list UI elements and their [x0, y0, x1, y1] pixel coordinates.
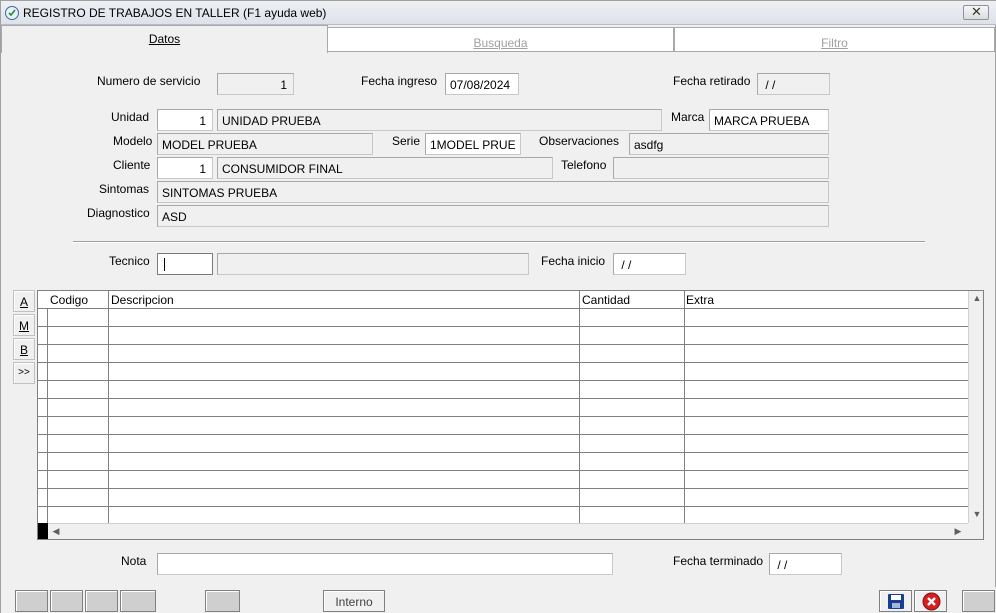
main-window: REGISTRO DE TRABAJOS EN TALLER (F1 ayuda… [0, 0, 996, 613]
col-divider [108, 291, 109, 523]
marca-field[interactable]: MARCA PRUEBA [709, 109, 829, 131]
add-item-button[interactable]: A [13, 290, 35, 312]
modelo-field[interactable]: MODEL PRUEBA [157, 133, 373, 155]
modify-item-button[interactable]: M [13, 314, 35, 336]
table-row[interactable] [38, 435, 968, 453]
observaciones-field[interactable]: asdfg [629, 133, 829, 155]
tab-busqueda[interactable]: Busqueda [327, 27, 674, 52]
cliente-code-field[interactable]: 1 [157, 157, 213, 179]
sintomas-field[interactable]: SINTOMAS PRUEBA [157, 181, 829, 203]
scroll-right-icon[interactable]: ▶ [952, 526, 964, 537]
col-header-codigo[interactable]: Codigo [50, 293, 88, 307]
tab-datos[interactable]: Datos [1, 25, 328, 53]
window-title: REGISTRO DE TRABAJOS EN TALLER (F1 ayuda… [23, 6, 327, 20]
sintomas-label: Sintomas [99, 182, 150, 196]
fecha-inicio-label: Fecha inicio [541, 254, 606, 268]
col-header-descripcion[interactable]: Descripcion [111, 293, 174, 307]
nav-next-button[interactable] [85, 590, 118, 612]
toolbar-button[interactable] [205, 590, 240, 612]
unidad-label: Unidad [111, 110, 150, 124]
cancel-button[interactable] [914, 590, 947, 612]
title-bar: REGISTRO DE TRABAJOS EN TALLER (F1 ayuda… [1, 1, 996, 25]
numero-servicio-label: Numero de servicio [97, 74, 201, 88]
unidad-code-field[interactable]: 1 [157, 109, 213, 131]
scroll-up-icon[interactable]: ▲ [971, 293, 983, 303]
nota-label: Nota [121, 554, 147, 568]
fecha-retirado-label: Fecha retirado [673, 74, 751, 88]
modelo-label: Modelo [113, 134, 153, 148]
unidad-name-field[interactable]: UNIDAD PRUEBA [217, 109, 662, 131]
col-divider [684, 291, 685, 523]
scroll-left-icon[interactable]: ◀ [50, 526, 62, 537]
fecha-inicio-field[interactable]: / / [613, 253, 686, 275]
close-icon: ✕ [971, 4, 982, 19]
nav-last-button[interactable] [120, 590, 156, 612]
toolbar-end-button[interactable] [962, 590, 995, 612]
window-close-button[interactable]: ✕ [963, 4, 989, 20]
separator [73, 241, 925, 243]
col-header-extra[interactable]: Extra [686, 293, 714, 307]
tecnico-name-field[interactable] [217, 253, 529, 275]
fecha-ingreso-field[interactable]: 07/08/2024 [445, 73, 519, 95]
diagnostico-label: Diagnostico [87, 206, 150, 220]
cliente-label: Cliente [113, 158, 151, 172]
tecnico-code-field[interactable] [157, 253, 213, 275]
vertical-scrollbar[interactable]: ▲ ▼ [968, 291, 983, 523]
table-row[interactable] [38, 489, 968, 507]
table-row[interactable] [38, 309, 968, 327]
fecha-terminado-label: Fecha terminado [673, 554, 764, 568]
items-grid[interactable]: Codigo Descripcion Cantidad Extra ▲ ▼ ◀ … [37, 290, 984, 540]
tab-filtro[interactable]: Filtro [674, 27, 995, 52]
marca-label: Marca [671, 110, 705, 124]
numero-servicio-field[interactable]: 1 [217, 73, 294, 95]
nav-prev-button[interactable] [50, 590, 83, 612]
table-row[interactable] [38, 381, 968, 399]
cliente-name-field[interactable]: CONSUMIDOR FINAL [217, 157, 553, 179]
table-row[interactable] [38, 363, 968, 381]
col-divider [579, 291, 580, 523]
serie-label: Serie [392, 134, 421, 148]
table-row[interactable] [38, 417, 968, 435]
text-cursor [164, 258, 165, 271]
fecha-retirado-field[interactable]: / / [757, 73, 830, 95]
table-row[interactable] [38, 399, 968, 417]
app-icon [5, 6, 19, 20]
delete-item-button[interactable]: B [13, 338, 35, 360]
telefono-field[interactable] [613, 157, 829, 179]
grid-corner [38, 523, 48, 539]
table-row[interactable] [38, 345, 968, 363]
serie-field[interactable]: 1MODEL PRUE [425, 133, 521, 155]
scroll-corner [968, 523, 983, 539]
diagnostico-field[interactable]: ASD [157, 205, 829, 227]
grid-header [38, 291, 968, 309]
horizontal-scrollbar[interactable]: ◀ ▶ [48, 523, 968, 539]
close-icon [922, 592, 941, 611]
more-button[interactable]: >> [13, 362, 35, 384]
telefono-label: Telefono [561, 158, 607, 172]
table-row[interactable] [38, 327, 968, 345]
scroll-down-icon[interactable]: ▼ [971, 509, 983, 519]
col-header-cantidad[interactable]: Cantidad [582, 293, 630, 307]
table-row[interactable] [38, 471, 968, 489]
fecha-ingreso-label: Fecha ingreso [361, 74, 438, 88]
floppy-disk-icon [888, 594, 904, 609]
fecha-terminado-field[interactable]: / / [769, 553, 842, 575]
interno-button[interactable]: Interno [323, 590, 385, 612]
save-button[interactable] [879, 590, 912, 612]
observaciones-label: Observaciones [539, 134, 620, 148]
nav-first-button[interactable] [15, 590, 48, 612]
tecnico-label: Tecnico [109, 254, 150, 268]
table-row[interactable] [38, 453, 968, 471]
nota-field[interactable] [157, 553, 613, 575]
